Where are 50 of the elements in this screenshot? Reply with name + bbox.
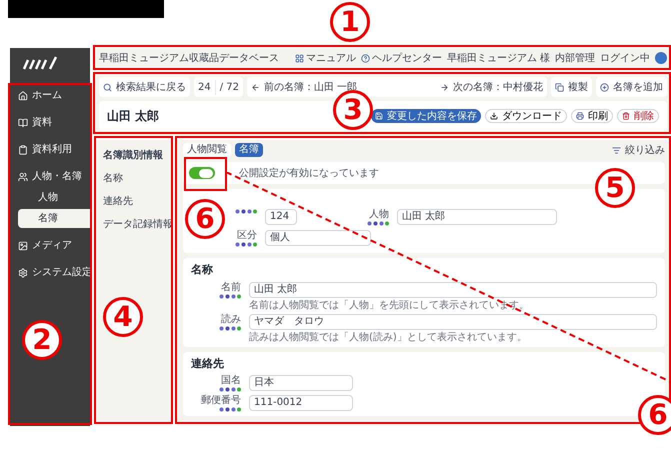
section-nav-link[interactable]: 連絡先 [103,194,172,209]
sidebar-item[interactable]: 人物・名簿 [10,167,90,186]
sidebar-subitem[interactable]: 名簿 [18,209,90,228]
header-link[interactable]: マニュアル [294,50,356,66]
field-label: 読み [221,314,241,326]
field-help-text: 名前は人物閲覧では「人物」を先頭にして表示されています。 [249,300,530,310]
tab[interactable]: 名簿 [235,143,263,157]
field-label: 郵便番号 [201,395,241,407]
sidebar-item[interactable]: ホーム [10,86,90,105]
save-button[interactable]: 変更した内容を保存 [371,109,481,123]
page-number-field[interactable]: 24 [198,80,216,94]
download-button[interactable]: ダウンロード [485,109,567,123]
tab[interactable]: 人物閲覧 [183,143,231,157]
field-label: 名前 [221,282,241,294]
delete-button[interactable]: 削除 [617,109,659,123]
sidebar-item[interactable]: メディア [10,236,90,255]
input-field[interactable]: 124 [265,209,297,225]
field-label: 人物 [369,209,389,221]
role-label: 内部管理 [555,52,595,66]
section-nav-link[interactable]: 名称 [103,171,172,186]
app-title: 早稲田ミュージアム収蔵品データベース [99,52,279,66]
print-button[interactable]: 印刷 [571,109,613,123]
duplicate-button[interactable]: 複製 [551,77,592,97]
section-nav-link[interactable]: 名簿識別情報 [103,148,172,163]
page-total: / 72 [220,80,240,94]
callout-number: 1 [330,2,370,42]
publish-status-text: 公開設定が有効になっています [239,166,379,180]
input-field[interactable]: 111-0012 [249,395,353,411]
field-label: 区分 [237,230,257,242]
field-help-text: 読みは人物閲覧では「人物(読み)」として表示されています。 [249,332,528,342]
field-label: 国名 [221,375,241,387]
input-field[interactable]: 山田 太郎 [397,209,557,225]
sidebar-item[interactable]: 資料利用 [10,140,90,159]
card-title: 名称 [191,262,214,278]
organization-name: 早稲田ミュージアム 様 [446,52,550,66]
callout-number: 6 [638,395,671,435]
header-link[interactable]: ヘルプセンター [360,50,442,66]
record-title: 山田 太郎 [107,108,160,125]
sidebar-subitem[interactable]: 人物 [18,188,90,207]
back-to-results-button[interactable]: 検索結果に戻る [99,77,190,97]
next-record-link[interactable]: 次の名簿：中村優花 [440,80,543,94]
input-field[interactable]: 個人 [265,230,371,246]
filter-button[interactable]: 絞り込み [612,142,665,158]
input-field[interactable]: ヤマダ タロウ [249,314,657,330]
add-record-button[interactable]: 名簿を追加 [596,77,667,97]
card-title: 連絡先 [191,356,225,372]
input-field[interactable]: 山田 太郎 [249,282,657,298]
sidebar-item[interactable]: 資料 [10,113,90,132]
input-field[interactable]: 日本 [249,375,353,391]
login-status: ログイン中 [600,52,650,66]
